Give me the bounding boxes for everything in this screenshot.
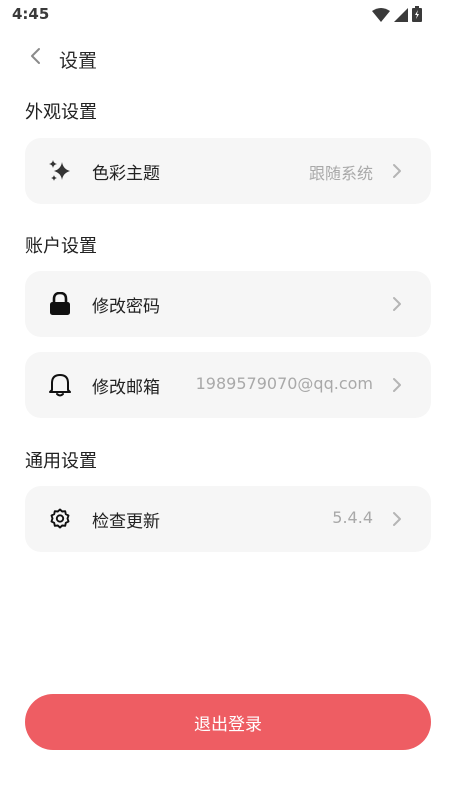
chevron-right-icon [387, 161, 407, 181]
settings-item-value: 1989579070@qq.com [195, 374, 373, 393]
settings-item-change-email[interactable]: 修改邮箱 1989579070@qq.com [25, 352, 431, 418]
gear-icon [47, 506, 73, 532]
chevron-right-icon [387, 375, 407, 395]
chevron-right-icon [387, 294, 407, 314]
page-title: 设置 [59, 50, 98, 72]
section-title-appearance: 外观设置 [25, 102, 97, 123]
section-title-general: 通用设置 [25, 451, 97, 472]
settings-item-color-theme[interactable]: 色彩主题 跟随系统 [25, 138, 431, 204]
settings-item-label: 色彩主题 [92, 164, 160, 184]
settings-item-value: 5.4.4 [332, 508, 373, 527]
settings-item-label: 修改密码 [92, 297, 160, 317]
settings-item-value: 跟随系统 [308, 164, 373, 183]
logout-button[interactable]: 退出登录 [25, 694, 431, 750]
wifi-icon [372, 7, 390, 26]
chevron-left-icon [30, 47, 42, 69]
lock-icon [47, 291, 73, 317]
signal-icon [394, 7, 408, 26]
sparkles-icon [47, 158, 73, 184]
chevron-right-icon [387, 509, 407, 529]
section-title-account: 账户设置 [25, 236, 97, 257]
battery-charging-icon [412, 6, 422, 26]
status-time: 4:45 [12, 5, 50, 23]
bell-icon [47, 372, 73, 398]
settings-item-label: 修改邮箱 [92, 378, 160, 398]
status-bar: 4:45 [0, 0, 456, 32]
settings-item-check-update[interactable]: 检查更新 5.4.4 [25, 486, 431, 552]
settings-item-change-password[interactable]: 修改密码 [25, 271, 431, 337]
status-icons [372, 6, 422, 26]
back-button[interactable] [24, 46, 48, 70]
logout-button-label: 退出登录 [194, 714, 262, 735]
settings-item-label: 检查更新 [92, 512, 160, 532]
top-bar: 设置 [0, 40, 456, 76]
